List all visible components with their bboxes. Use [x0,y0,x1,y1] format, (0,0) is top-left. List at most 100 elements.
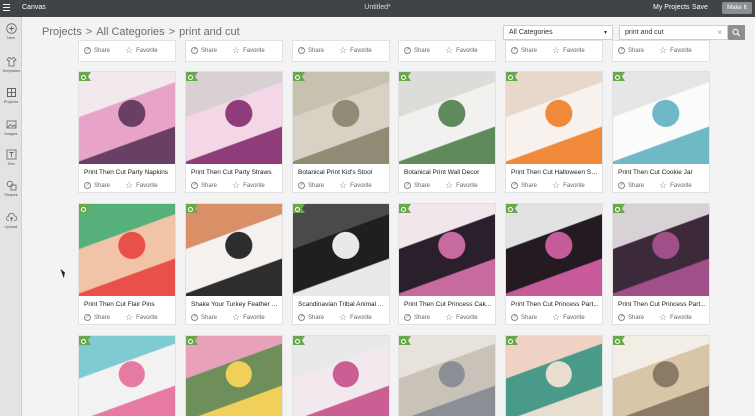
project-thumbnail[interactable] [613,204,709,296]
share-button[interactable]: ↗ Share [298,182,324,189]
favorite-button[interactable]: ☆ Favorite [445,181,478,190]
project-thumbnail[interactable] [186,336,282,416]
sidebar-item-templates[interactable]: Templates [0,56,22,73]
project-title[interactable]: Botanical Print Wall Decor [404,169,492,176]
share-button[interactable]: ↗ Share [191,182,217,189]
favorite-button[interactable]: ☆ Favorite [339,46,372,55]
favorite-button[interactable]: ☆ Favorite [659,181,692,190]
sidebar-item-text[interactable]: Text [0,149,22,166]
project-title[interactable]: Shake Your Turkey Feather A... [191,301,279,308]
project-card[interactable]: Scandinavian Tribal Animal ... ↗ Share ☆ Fav… [292,203,390,325]
project-thumbnail[interactable] [613,72,709,164]
clear-search-icon[interactable]: × [717,28,722,37]
favorite-button[interactable]: ☆ Favorite [552,46,585,55]
project-thumbnail[interactable] [293,204,389,296]
project-card[interactable]: Botanical Print Kid's Stool ↗ Share ☆ Favori… [292,71,390,193]
project-card[interactable]: Print Then Cut Party Napkins ↗ Share ☆ Favor… [78,71,176,193]
project-card[interactable]: ↗ Share ☆ Favorite [505,40,603,62]
project-title[interactable]: Print Then Cut Cookie Jar [618,169,706,176]
project-card[interactable]: Shake Your Turkey Feather A... ↗ Share ☆ Fav… [185,203,283,325]
favorite-button[interactable]: ☆ Favorite [125,181,158,190]
sidebar-item-images[interactable]: Images [0,119,22,136]
project-card[interactable]: ↗ Share ☆ Favorite [612,40,710,62]
project-card[interactable]: Print Then Cut Princess Part... ↗ Share ☆ Fa… [505,203,603,325]
sidebar-item-new[interactable]: New [0,23,22,40]
favorite-button[interactable]: ☆ Favorite [552,181,585,190]
share-button[interactable]: ↗ Share [618,182,644,189]
project-thumbnail[interactable] [506,336,602,416]
favorite-button[interactable]: ☆ Favorite [659,313,692,322]
project-title[interactable]: Print Then Cut Princess Cak... [404,301,492,308]
project-card[interactable]: ↗ Share ☆ Favorite [185,40,283,62]
project-title[interactable]: Print Then Cut Halloween Sti... [511,169,599,176]
favorite-button[interactable]: ☆ Favorite [445,313,478,322]
project-card[interactable] [398,335,496,416]
sidebar-item-projects[interactable]: Projects [0,87,22,104]
search-input[interactable]: print and cut × [619,25,728,40]
project-title[interactable]: Print Then Cut Party Napkins [84,169,172,176]
favorite-button[interactable]: ☆ Favorite [339,181,372,190]
project-card[interactable]: Print Then Cut Flair Pins ↗ Share ☆ Favorite [78,203,176,325]
project-thumbnail[interactable] [613,336,709,416]
share-button[interactable]: ↗ Share [511,47,537,54]
favorite-button[interactable]: ☆ Favorite [339,313,372,322]
project-card[interactable] [505,335,603,416]
project-thumbnail[interactable] [293,336,389,416]
sidebar-item-shapes[interactable]: Shapes [0,180,22,197]
share-button[interactable]: ↗ Share [618,47,644,54]
save-link[interactable]: Save [692,4,708,11]
favorite-button[interactable]: ☆ Favorite [445,46,478,55]
project-card[interactable]: ↗ Share ☆ Favorite [292,40,390,62]
project-card[interactable] [612,335,710,416]
share-button[interactable]: ↗ Share [404,314,430,321]
project-card[interactable]: Print Then Cut Cookie Jar ↗ Share ☆ Favorite [612,71,710,193]
share-button[interactable]: ↗ Share [191,47,217,54]
favorite-button[interactable]: ☆ Favorite [232,46,265,55]
project-title[interactable]: Botanical Print Kid's Stool [298,169,386,176]
project-card[interactable]: Print Then Cut Princess Cak... ↗ Share ☆ Fav… [398,203,496,325]
project-card[interactable] [185,335,283,416]
project-thumbnail[interactable] [399,204,495,296]
project-card[interactable]: Botanical Print Wall Decor ↗ Share ☆ Favorit… [398,71,496,193]
breadcrumb-all-categories[interactable]: All Categories [96,26,164,38]
project-title[interactable]: Print Then Cut Princess Part... [618,301,706,308]
share-button[interactable]: ↗ Share [298,47,324,54]
sidebar-item-upload[interactable]: Upload [0,212,22,229]
project-thumbnail[interactable] [506,204,602,296]
project-card[interactable]: Print Then Cut Halloween Sti... ↗ Share ☆ Fa… [505,71,603,193]
favorite-button[interactable]: ☆ Favorite [232,181,265,190]
category-select[interactable]: All Categories ▾ [503,25,613,40]
project-card[interactable]: ↗ Share ☆ Favorite [78,40,176,62]
share-button[interactable]: ↗ Share [84,182,110,189]
project-thumbnail[interactable] [79,204,175,296]
project-title[interactable]: Scandinavian Tribal Animal ... [298,301,386,308]
favorite-button[interactable]: ☆ Favorite [125,46,158,55]
project-thumbnail[interactable] [399,72,495,164]
share-button[interactable]: ↗ Share [84,314,110,321]
project-card[interactable] [292,335,390,416]
favorite-button[interactable]: ☆ Favorite [659,46,692,55]
project-thumbnail[interactable] [399,336,495,416]
search-button[interactable] [728,25,745,40]
project-card[interactable]: ↗ Share ☆ Favorite [398,40,496,62]
share-button[interactable]: ↗ Share [404,47,430,54]
project-card[interactable] [78,335,176,416]
project-card[interactable]: Print Then Cut Princess Part... ↗ Share ☆ Fa… [612,203,710,325]
project-thumbnail[interactable] [186,204,282,296]
share-button[interactable]: ↗ Share [511,314,537,321]
share-button[interactable]: ↗ Share [298,314,324,321]
make-it-button[interactable]: Make It [722,2,752,14]
favorite-button[interactable]: ☆ Favorite [552,313,585,322]
project-title[interactable]: Print Then Cut Flair Pins [84,301,172,308]
share-button[interactable]: ↗ Share [404,182,430,189]
share-button[interactable]: ↗ Share [618,314,644,321]
favorite-button[interactable]: ☆ Favorite [232,313,265,322]
project-thumbnail[interactable] [186,72,282,164]
project-thumbnail[interactable] [506,72,602,164]
project-title[interactable]: Print Then Cut Princess Part... [511,301,599,308]
share-button[interactable]: ↗ Share [191,314,217,321]
share-button[interactable]: ↗ Share [84,47,110,54]
favorite-button[interactable]: ☆ Favorite [125,313,158,322]
project-thumbnail[interactable] [79,72,175,164]
my-projects-link[interactable]: My Projects [653,4,690,11]
